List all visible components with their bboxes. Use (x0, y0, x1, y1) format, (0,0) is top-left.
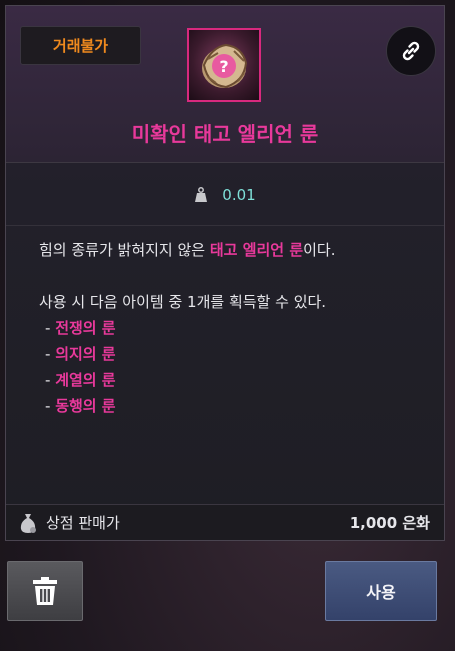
link-button[interactable] (386, 26, 436, 76)
highlight-item-name: 태고 엘리언 룬 (209, 241, 304, 259)
description-line-1: 힘의 종류가 밝혀지지 않은 태고 엘리언 룬이다. (39, 241, 336, 259)
trade-restricted-badge: 거래불가 (20, 26, 141, 65)
use-button[interactable]: 사용 (325, 561, 437, 621)
list-item: - 전쟁의 룬 (45, 319, 116, 337)
shop-price-footer: 상점 판매가 1,000 은화 (6, 504, 444, 540)
svg-text:?: ? (219, 57, 228, 76)
item-header: 거래불가 ? 미확인 태고 엘리언 룬 (6, 6, 444, 163)
shop-price-value: 1,000 은화 (349, 514, 430, 532)
weight-value: 0.01 (222, 185, 256, 204)
discard-button[interactable] (7, 561, 83, 621)
trash-icon (33, 577, 57, 605)
list-item: - 동행의 룬 (45, 397, 116, 415)
money-bag-icon (20, 513, 36, 533)
description-line-2: 사용 시 다음 아이템 중 1개를 획득할 수 있다. (39, 293, 327, 311)
list-item: - 의지의 룬 (45, 345, 116, 363)
item-tooltip-panel: 거래불가 ? 미확인 태고 엘리언 룬 0.01 힘의 종류가 밝혀지지 않은 … (5, 5, 445, 541)
item-description: 힘의 종류가 밝혀지지 않은 태고 엘리언 룬이다. 사용 시 다음 아이템 중… (39, 237, 432, 419)
item-name: 미확인 태고 엘리언 룬 (131, 122, 319, 146)
link-icon (402, 41, 420, 61)
weight-row: 0.01 (6, 164, 444, 226)
weight-icon (195, 186, 208, 202)
mystery-rune-icon: ? (187, 28, 261, 102)
list-item: - 계열의 룬 (45, 371, 116, 389)
shop-price-label: 상점 판매가 (46, 514, 120, 532)
